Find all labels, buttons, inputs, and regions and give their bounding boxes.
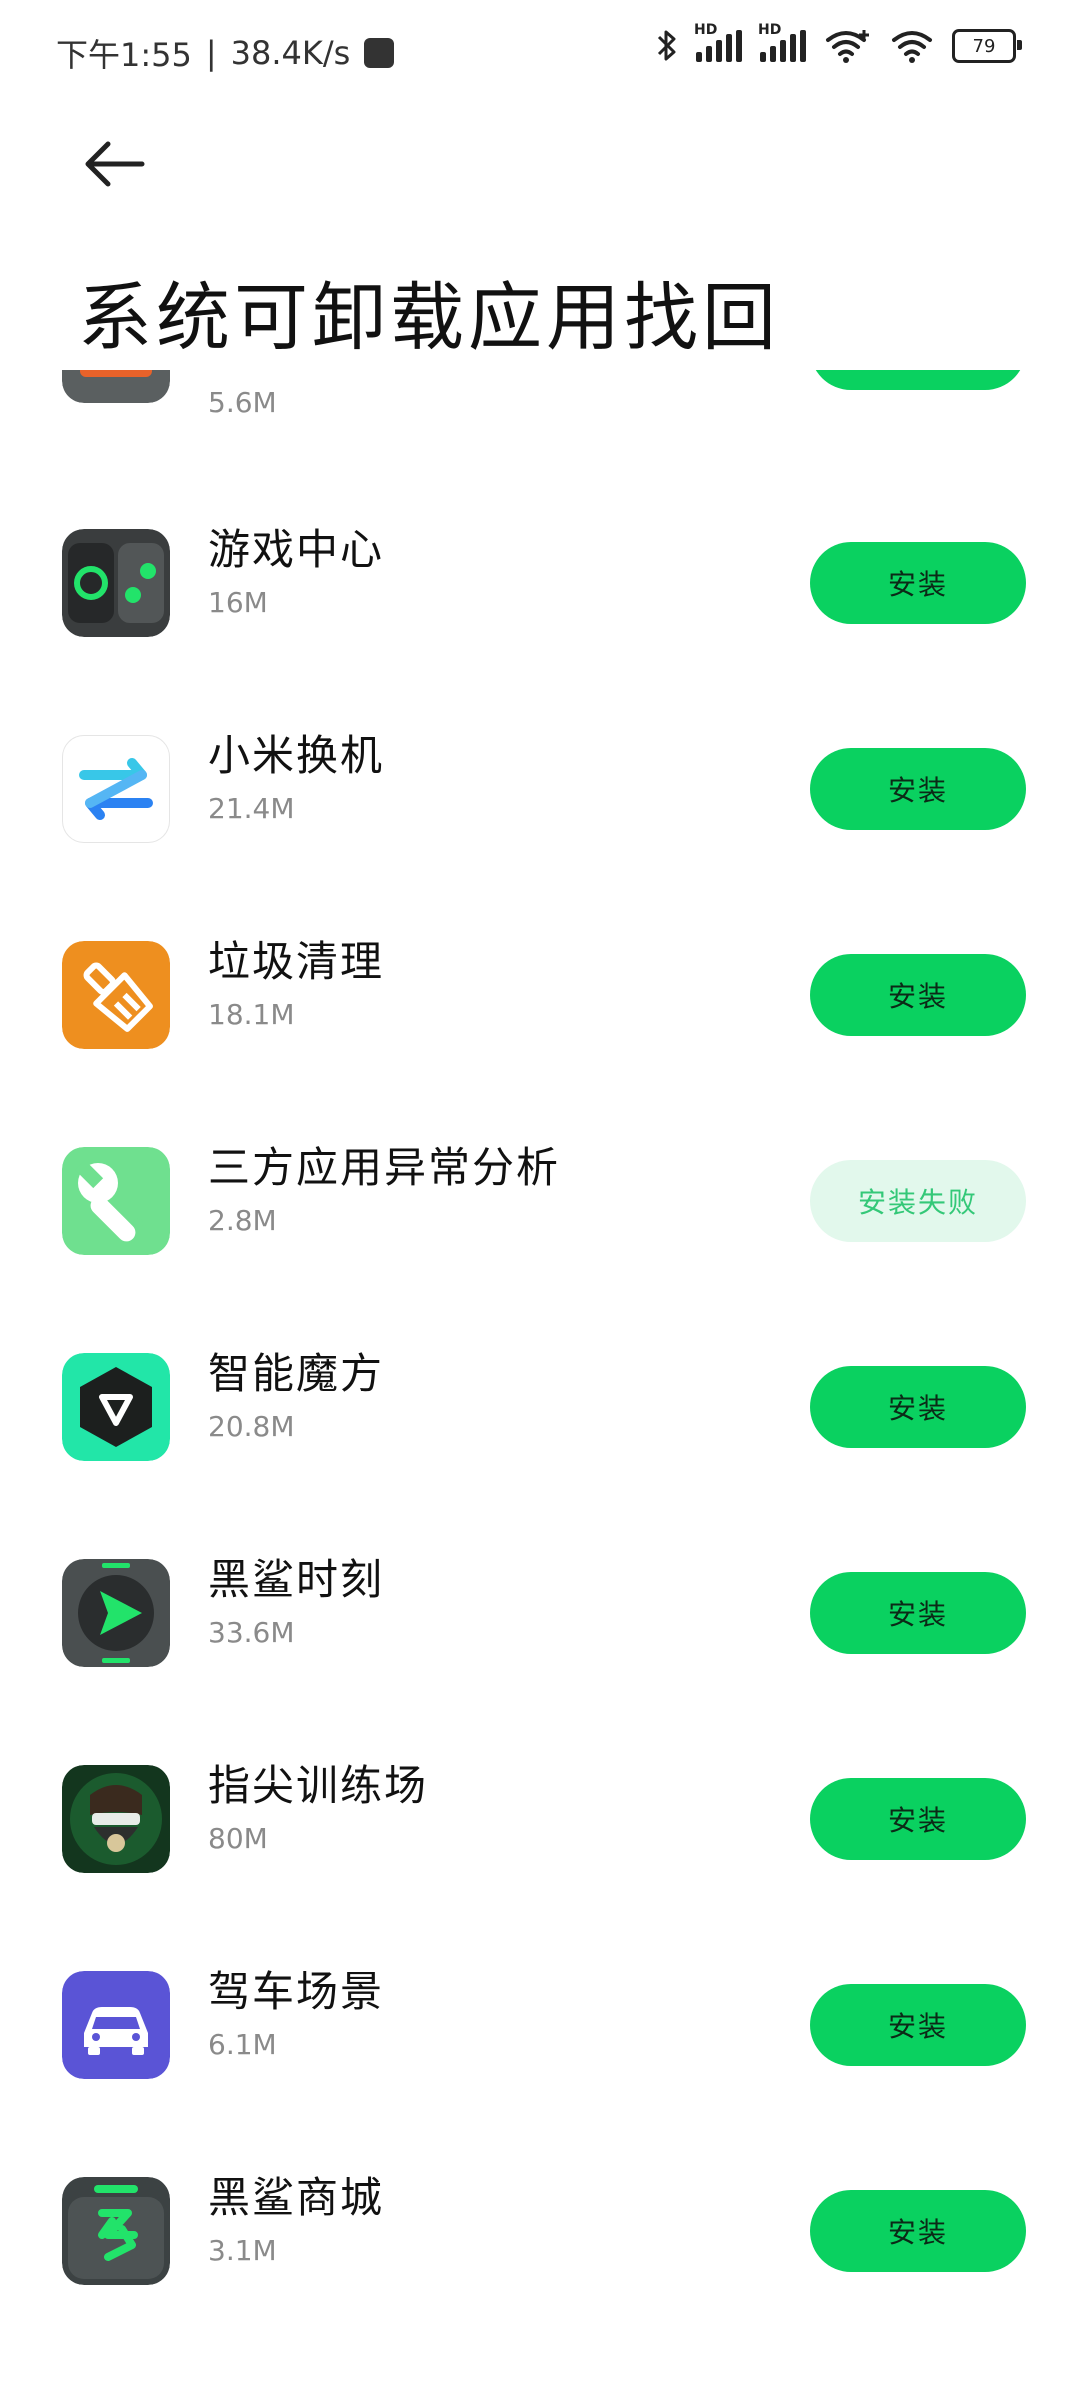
- install-failed-button[interactable]: 安装失败: [810, 1160, 1026, 1242]
- app-list[interactable]: 5.6M 安装 游戏中心 16M 安装 小米换机 21.4M 安装: [0, 370, 1080, 2400]
- app-size: 33.6M: [208, 1616, 295, 1649]
- install-button[interactable]: 安装: [810, 542, 1026, 624]
- app-size: 5.6M: [208, 386, 277, 419]
- install-button[interactable]: 安装: [810, 1366, 1026, 1448]
- cell-signal-1-icon: HD: [694, 22, 742, 62]
- gas-mask-icon: [62, 1765, 170, 1873]
- app-name: 黑鲨时刻: [208, 1555, 385, 1604]
- list-item: 智能魔方 20.8M 安装: [0, 1304, 1080, 1510]
- install-button[interactable]: 安装: [810, 1778, 1026, 1860]
- broom-icon: [62, 941, 170, 1049]
- list-item: 黑鲨商城 3.1M 安装: [0, 2128, 1080, 2334]
- transfer-arrows-icon: [62, 735, 170, 843]
- app-size: 18.1M: [208, 998, 295, 1031]
- page-title: 系统可卸载应用找回: [78, 275, 780, 361]
- list-item: 小米换机 21.4M 安装: [0, 686, 1080, 892]
- network-speed: 38.4K/s: [230, 34, 351, 72]
- play-triangle-icon: [62, 1559, 170, 1667]
- app-size: 21.4M: [208, 792, 295, 825]
- app-size: 3.1M: [208, 2234, 277, 2267]
- app-name: 黑鲨商城: [208, 2173, 385, 2222]
- back-arrow-icon[interactable]: [78, 128, 150, 200]
- wifi-plus-icon: [826, 30, 869, 63]
- app-size: 16M: [208, 586, 268, 619]
- list-item: 黑鲨时刻 33.6M 安装: [0, 1510, 1080, 1716]
- list-item: 游戏中心 16M 安装: [0, 480, 1080, 686]
- app-name: 垃圾清理: [208, 937, 385, 986]
- status-left: 下午1:55 | 38.4K/s: [56, 30, 395, 76]
- app-name: 指尖训练场: [208, 1761, 429, 1810]
- app-size: 20.8M: [208, 1410, 295, 1443]
- install-button[interactable]: 安装: [810, 748, 1026, 830]
- install-button[interactable]: 安装: [810, 1572, 1026, 1654]
- install-button[interactable]: 安装: [810, 954, 1026, 1036]
- notification-icon: [364, 38, 395, 68]
- wifi-icon: [892, 31, 932, 63]
- app-name: 智能魔方: [208, 1349, 385, 1398]
- install-button[interactable]: 安装: [810, 1984, 1026, 2066]
- list-item: 5.6M 安装: [0, 370, 1080, 452]
- app-name: 三方应用异常分析: [208, 1143, 561, 1192]
- app-name: 驾车场景: [208, 1967, 385, 2016]
- list-item: 驾车场景 6.1M 安装: [0, 1922, 1080, 2128]
- status-time: 下午1:55: [56, 36, 192, 74]
- app-size: 2.8M: [208, 1204, 277, 1237]
- bluetooth-icon: [657, 30, 676, 61]
- status-bar: 下午1:55 | 38.4K/s HD HD 79: [0, 0, 1080, 100]
- orange-gray-app-icon: [62, 370, 170, 403]
- install-button[interactable]: 安装: [810, 2190, 1026, 2272]
- cube-icon: [62, 1353, 170, 1461]
- app-name: 小米换机: [208, 731, 385, 780]
- install-button[interactable]: 安装: [810, 370, 1026, 390]
- cell-signal-2-icon: HD: [758, 22, 806, 62]
- list-item: 指尖训练场 80M 安装: [0, 1716, 1080, 1922]
- list-item: 垃圾清理 18.1M 安装: [0, 892, 1080, 1098]
- wrench-icon: [62, 1147, 170, 1255]
- app-name: 游戏中心: [208, 525, 385, 574]
- shark-store-icon: [62, 2177, 170, 2285]
- car-icon: [62, 1971, 170, 2079]
- gamepad-icon: [62, 529, 170, 637]
- status-right: HD HD 79: [656, 22, 1022, 64]
- app-size: 6.1M: [208, 2028, 277, 2061]
- battery-icon: 79: [952, 29, 1022, 63]
- list-item: 三方应用异常分析 2.8M 安装失败: [0, 1098, 1080, 1304]
- app-size: 80M: [208, 1822, 268, 1855]
